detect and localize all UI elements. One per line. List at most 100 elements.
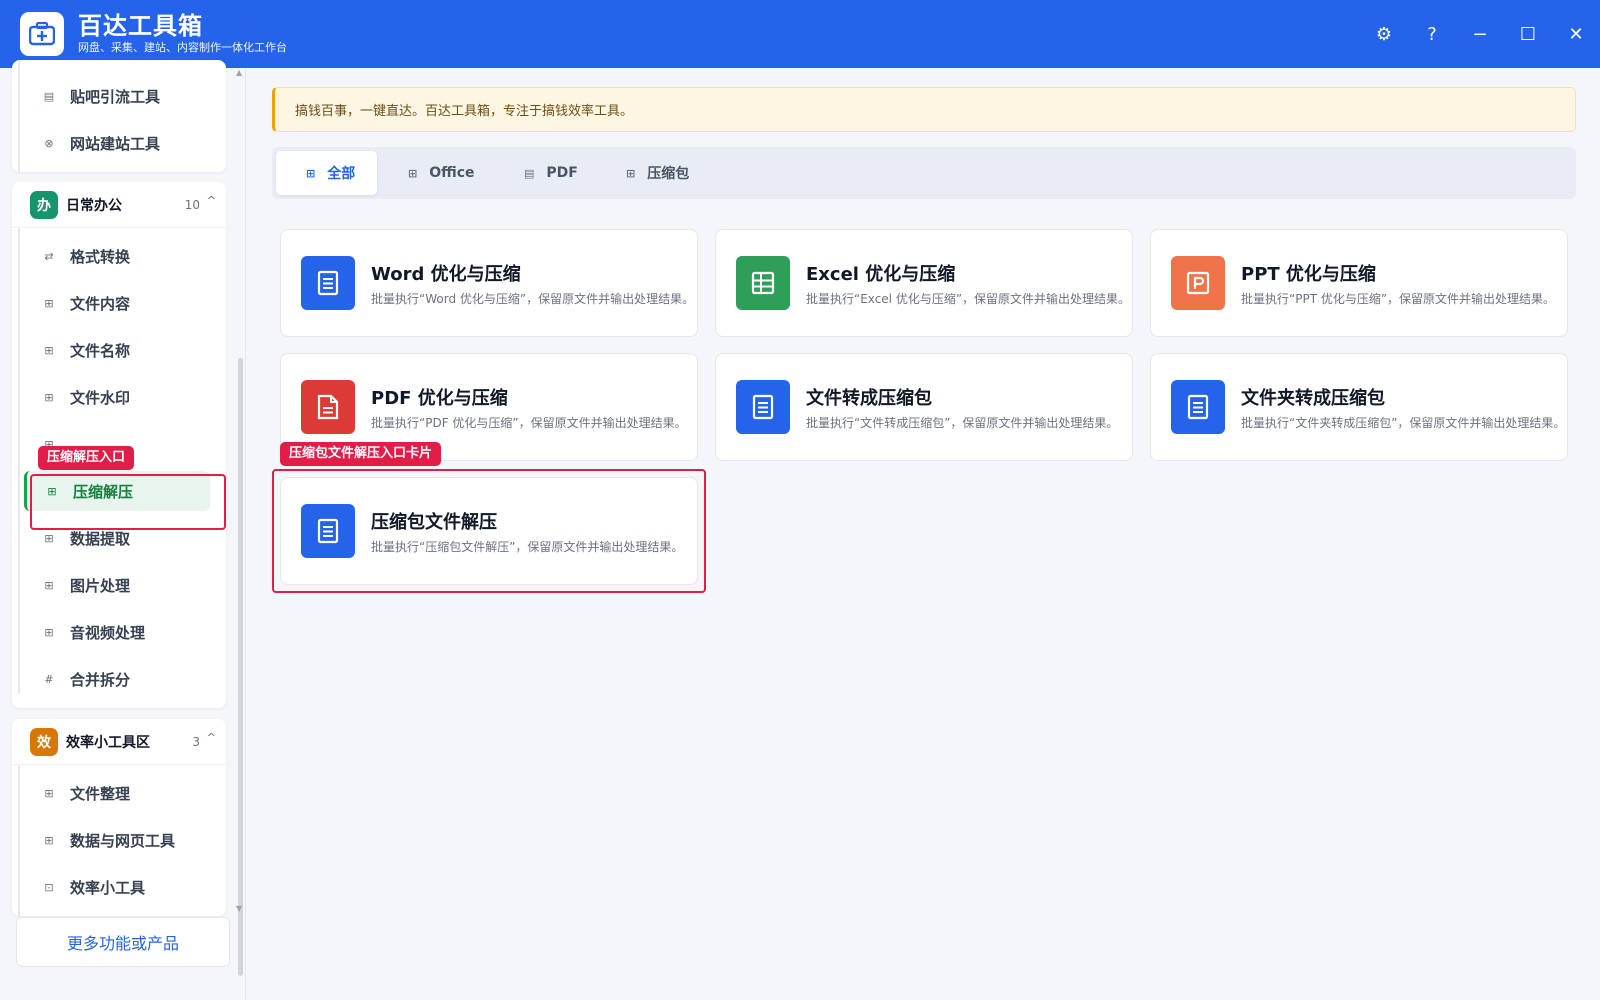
document-icon bbox=[301, 256, 355, 310]
sidebar-item-label: 数据与网页工具 bbox=[70, 831, 176, 850]
globe-icon: ⊗ bbox=[44, 136, 54, 150]
sidebar-item-image[interactable]: ⊞ 图片处理 bbox=[24, 565, 210, 605]
maximize-button[interactable]: ☐ bbox=[1504, 10, 1552, 58]
card-description: 批量执行“文件夹转成压缩包”，保留原文件并输出处理结果。 bbox=[1241, 416, 1566, 430]
minimize-icon: − bbox=[1472, 23, 1488, 45]
notice-banner: 搞钱百事，一键直达。百达工具箱，专注于搞钱效率工具。 bbox=[272, 87, 1576, 132]
annotation-tag-sidebar: 压缩解压入口 bbox=[38, 446, 135, 470]
sidebar-item-label: 图片处理 bbox=[70, 576, 131, 595]
sidebar-item-file-name[interactable]: ⊞ 文件名称 bbox=[24, 330, 210, 370]
close-icon: ✕ bbox=[1568, 23, 1584, 45]
sidebar-item-label: 音视频处理 bbox=[70, 623, 146, 642]
card-description: 批量执行“Word 优化与压缩”，保留原文件并输出处理结果。 bbox=[371, 292, 695, 306]
sidebar-item-website[interactable]: ⊗ 网站建站工具 bbox=[24, 123, 210, 163]
tab-label: PDF bbox=[546, 165, 578, 181]
spreadsheet-icon bbox=[736, 256, 790, 310]
category-tabs: ⊞ 全部 ⊞ Office ▤ PDF ⊞ 压缩包 bbox=[272, 147, 1576, 199]
sidebar-item-data-web[interactable]: ⊞ 数据与网页工具 bbox=[24, 820, 210, 860]
annotation-box-card bbox=[272, 469, 706, 593]
grid-icon: ⊞ bbox=[44, 343, 54, 357]
grid-icon: ⊞ bbox=[44, 833, 54, 847]
tool-card-word[interactable]: Word 优化与压缩 批量执行“Word 优化与压缩”，保留原文件并输出处理结果… bbox=[280, 229, 698, 337]
group-badge: 办 bbox=[30, 190, 58, 219]
maximize-icon: ☐ bbox=[1519, 23, 1537, 45]
grid-icon: ⊞ bbox=[44, 531, 54, 545]
tab-all[interactable]: ⊞ 全部 bbox=[276, 151, 378, 195]
sidebar-item-label: 文件名称 bbox=[70, 341, 131, 360]
sidebar-item-label: 文件整理 bbox=[70, 784, 131, 803]
card-title: Excel 优化与压缩 bbox=[806, 264, 956, 285]
grid-icon: ⊞ bbox=[44, 786, 54, 800]
app-title: 百达工具箱 bbox=[78, 12, 203, 40]
app-subtitle: 网盘、采集、建站、内容制作一体化工作台 bbox=[78, 41, 287, 54]
swap-icon: ⇄ bbox=[44, 249, 54, 263]
chevron-up-icon[interactable]: ^ bbox=[207, 194, 216, 207]
grid-icon: ⊞ bbox=[626, 166, 636, 180]
sidebar-item-label: 贴吧引流工具 bbox=[70, 87, 161, 106]
sidebar-item-label: 合并拆分 bbox=[70, 670, 131, 689]
sidebar-scrollbar[interactable] bbox=[238, 358, 243, 976]
sidebar-item-label: 格式转换 bbox=[70, 247, 131, 266]
tab-archive[interactable]: ⊞ 压缩包 bbox=[596, 151, 711, 195]
sidebar-item-label: 效率小工具 bbox=[70, 878, 146, 897]
toolbox-icon: ⊡ bbox=[44, 880, 54, 894]
card-title: Word 优化与压缩 bbox=[371, 264, 521, 285]
grid-icon: ⊞ bbox=[44, 625, 54, 639]
sidebar-item-label: 数据提取 bbox=[70, 529, 131, 548]
sidebar-item-label: 文件内容 bbox=[70, 294, 131, 313]
tool-card-excel[interactable]: Excel 优化与压缩 批量执行“Excel 优化与压缩”，保留原文件并输出处理… bbox=[715, 229, 1133, 337]
card-description: 批量执行“PDF 优化与压缩”，保留原文件并输出处理结果。 bbox=[371, 416, 687, 430]
annotation-tag-card: 压缩包文件解压入口卡片 bbox=[280, 442, 442, 466]
sidebar-item-tieba[interactable]: ▤ 贴吧引流工具 bbox=[24, 76, 210, 116]
close-button[interactable]: ✕ bbox=[1552, 10, 1600, 58]
scroll-up-icon[interactable]: ▲ bbox=[236, 68, 242, 77]
sidebar-item-file-organize[interactable]: ⊞ 文件整理 bbox=[24, 773, 210, 813]
grid-icon: ⊞ bbox=[44, 578, 54, 592]
group-count: 10 bbox=[184, 197, 200, 212]
help-button[interactable]: ? bbox=[1408, 10, 1456, 58]
grid-icon: ⊞ bbox=[44, 296, 54, 310]
minimize-button[interactable]: − bbox=[1456, 10, 1504, 58]
group-count: 3 bbox=[192, 734, 200, 749]
doc-icon: ▤ bbox=[43, 89, 55, 103]
toolbox-logo-icon bbox=[20, 12, 64, 56]
sidebar-item-file-content[interactable]: ⊞ 文件内容 bbox=[24, 283, 210, 323]
group-header-office[interactable]: 办 日常办公 10 ^ bbox=[12, 182, 226, 228]
gear-icon: ⚙ bbox=[1375, 23, 1393, 45]
question-icon: ? bbox=[1427, 23, 1437, 45]
document-icon bbox=[736, 380, 790, 434]
sidebar-item-efficiency-tools[interactable]: ⊡ 效率小工具 bbox=[24, 867, 210, 907]
tool-card-ppt[interactable]: PPT 优化与压缩 批量执行“PPT 优化与压缩”，保留原文件并输出处理结果。 bbox=[1150, 229, 1568, 337]
sidebar-item-format-convert[interactable]: ⇄ 格式转换 bbox=[24, 236, 210, 276]
group-header-efficiency[interactable]: 效 效率小工具区 3 ^ bbox=[12, 719, 226, 765]
sidebar-item-label: 文件水印 bbox=[70, 388, 131, 407]
sidebar-item-merge-split[interactable]: # 合并拆分 bbox=[24, 659, 210, 699]
tab-office[interactable]: ⊞ Office bbox=[378, 151, 497, 195]
sidebar-group-office: 办 日常办公 10 ^ ⇄ 格式转换 ⊞ 文件内容 ⊞ 文件名称 ⊞ 文件水印 … bbox=[12, 182, 226, 708]
scroll-down-icon[interactable]: ▼ bbox=[236, 904, 242, 913]
grid-icon: ⊞ bbox=[306, 166, 316, 180]
card-title: 文件夹转成压缩包 bbox=[1241, 388, 1385, 409]
more-features-button[interactable]: 更多功能或产品 bbox=[16, 917, 230, 967]
hash-icon: # bbox=[44, 672, 54, 686]
group-badge: 效 bbox=[30, 727, 58, 756]
tab-label: Office bbox=[429, 165, 475, 181]
tool-card-folder-to-archive[interactable]: 文件夹转成压缩包 批量执行“文件夹转成压缩包”，保留原文件并输出处理结果。 bbox=[1150, 353, 1568, 461]
card-title: 文件转成压缩包 bbox=[806, 388, 932, 409]
tab-label: 全部 bbox=[327, 166, 356, 182]
document-icon bbox=[1171, 380, 1225, 434]
settings-button[interactable]: ⚙ bbox=[1360, 10, 1408, 58]
sidebar-item-label: 网站建站工具 bbox=[70, 134, 161, 153]
card-description: 批量执行“文件转成压缩包”，保留原文件并输出处理结果。 bbox=[806, 416, 1119, 430]
card-title: PDF 优化与压缩 bbox=[371, 388, 508, 409]
title-bar: 百达工具箱 网盘、采集、建站、内容制作一体化工作台 ⚙ ? − ☐ ✕ bbox=[0, 0, 1600, 68]
sidebar-item-watermark[interactable]: ⊞ 文件水印 bbox=[24, 377, 210, 417]
chevron-up-icon[interactable]: ^ bbox=[207, 731, 216, 744]
group-title: 日常办公 bbox=[66, 197, 122, 214]
pdf-icon bbox=[301, 380, 355, 434]
annotation-box-sidebar bbox=[30, 474, 226, 530]
sidebar-item-audio-video[interactable]: ⊞ 音视频处理 bbox=[24, 612, 210, 652]
tab-label: 压缩包 bbox=[647, 166, 690, 182]
tool-card-file-to-archive[interactable]: 文件转成压缩包 批量执行“文件转成压缩包”，保留原文件并输出处理结果。 bbox=[715, 353, 1133, 461]
tab-pdf[interactable]: ▤ PDF bbox=[494, 151, 600, 195]
